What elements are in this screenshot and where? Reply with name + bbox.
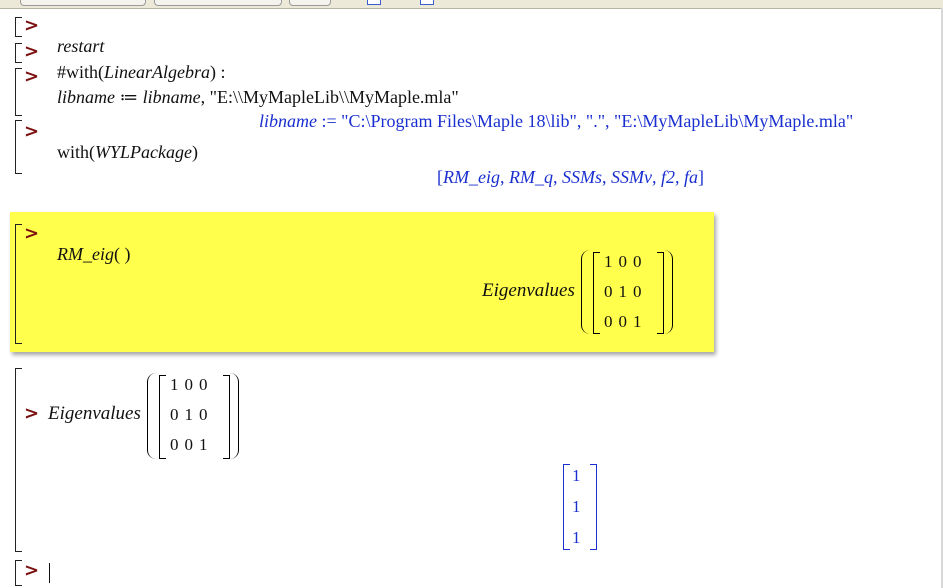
left-bracket xyxy=(159,375,166,459)
output-text: , xyxy=(601,167,611,187)
toolbar-icon-2[interactable] xyxy=(420,0,434,5)
group-bracket-restart[interactable] xyxy=(15,17,22,37)
prompt-5: > xyxy=(24,223,40,244)
group-bracket-with-linalg[interactable] xyxy=(15,43,22,63)
output-text: f2 xyxy=(660,167,675,187)
prompt-4: > xyxy=(24,121,40,142)
input-line-5[interactable]: RM_eig( ) xyxy=(48,223,130,265)
group-bracket-rm-eig[interactable] xyxy=(15,224,22,344)
input-text: libname xyxy=(57,87,115,107)
toolbar-button-3[interactable] xyxy=(289,0,331,6)
identity-matrix-input[interactable]: 100 010 001 xyxy=(167,370,211,460)
matrix-cell: 0 xyxy=(199,375,208,394)
input-text: ) xyxy=(191,142,198,162)
input-text: ≔ xyxy=(115,87,143,107)
right-paren xyxy=(230,373,239,459)
prompt-7: > xyxy=(24,560,40,581)
vector-cell: 1 xyxy=(572,465,581,485)
toolbar-button-2[interactable] xyxy=(154,0,282,6)
left-paren xyxy=(147,373,156,459)
matrix-cell: 0 xyxy=(633,282,642,301)
matrix-cell: 0 xyxy=(184,375,194,394)
output-text: , xyxy=(674,167,684,187)
input-text: with( xyxy=(57,142,95,162)
text-cursor xyxy=(49,563,50,583)
output-text: RM_q xyxy=(508,167,553,187)
output-text: ] xyxy=(698,167,704,187)
input-text: WYLPackage xyxy=(95,142,192,162)
vector-cell: 1 xyxy=(572,527,581,547)
output-text: libname xyxy=(259,111,317,131)
empty-input-line[interactable] xyxy=(44,560,244,584)
matrix-cell: 0 xyxy=(170,405,179,424)
output-text: , xyxy=(499,167,509,187)
group-bracket-eigenvalues[interactable] xyxy=(15,368,22,552)
input-line-4[interactable]: with(WYLPackage) xyxy=(48,121,198,163)
matrix-cell: 1 xyxy=(618,282,628,301)
eigenvalues-label-output: Eigenvalues xyxy=(482,280,575,301)
matrix-cell: 0 xyxy=(604,282,613,301)
matrix-cell: 1 xyxy=(184,405,194,424)
left-bracket xyxy=(593,252,600,334)
input-text: RM_eig xyxy=(57,244,114,264)
output-text: SSMv xyxy=(610,167,652,187)
ones-vector-output: 1 1 1 xyxy=(567,460,586,553)
vector-right-bracket xyxy=(590,464,597,550)
output-text: RM_eig xyxy=(443,167,500,187)
input-text: ( ) xyxy=(113,244,131,264)
matrix-cell: 1 xyxy=(170,375,179,394)
output-text: fa xyxy=(683,167,698,187)
group-bracket-empty[interactable] xyxy=(15,560,22,586)
eigenvalues-label-input[interactable]: Eigenvalues xyxy=(48,403,141,425)
prompt-6: > xyxy=(24,403,40,424)
matrix-cell: 1 xyxy=(604,252,613,271)
output-text: := "C:\Program Files\Maple 18\lib", ".",… xyxy=(317,111,854,131)
matrix-cell: 1 xyxy=(199,435,208,454)
output-text: , xyxy=(651,167,661,187)
input-text: libname xyxy=(142,87,201,107)
output-text: SSMs xyxy=(561,167,602,187)
prompt-2: > xyxy=(24,41,40,62)
matrix-cell: 0 xyxy=(618,312,628,331)
right-bracket xyxy=(657,252,664,334)
identity-matrix-output: 100 010 001 xyxy=(601,247,645,337)
matrix-cell: 0 xyxy=(604,312,613,331)
matrix-cell: 0 xyxy=(618,252,628,271)
group-bracket-with-package[interactable] xyxy=(15,120,22,174)
matrix-cell: 0 xyxy=(633,252,642,271)
matrix-cell: 0 xyxy=(184,435,194,454)
matrix-cell: 0 xyxy=(170,435,179,454)
right-bracket xyxy=(223,375,230,459)
matrix-cell: 1 xyxy=(633,312,642,331)
toolbar-button-1[interactable] xyxy=(20,0,146,6)
group-bracket-libname[interactable] xyxy=(15,68,22,116)
output-text: , xyxy=(552,167,562,187)
toolbar-icon-1[interactable] xyxy=(367,0,381,5)
matrix-cell: 0 xyxy=(199,405,208,424)
right-paren xyxy=(664,250,673,334)
vector-cell: 1 xyxy=(572,496,581,516)
output-line-libname: libname := "C:\Program Files\Maple 18\li… xyxy=(250,90,853,132)
prompt-1: > xyxy=(24,15,40,36)
left-paren xyxy=(581,250,590,334)
output-line-package-exports: [RM_eig, RM_q, SSMs, SSMv, f2, fa] xyxy=(428,146,704,188)
prompt-3: > xyxy=(24,66,40,87)
